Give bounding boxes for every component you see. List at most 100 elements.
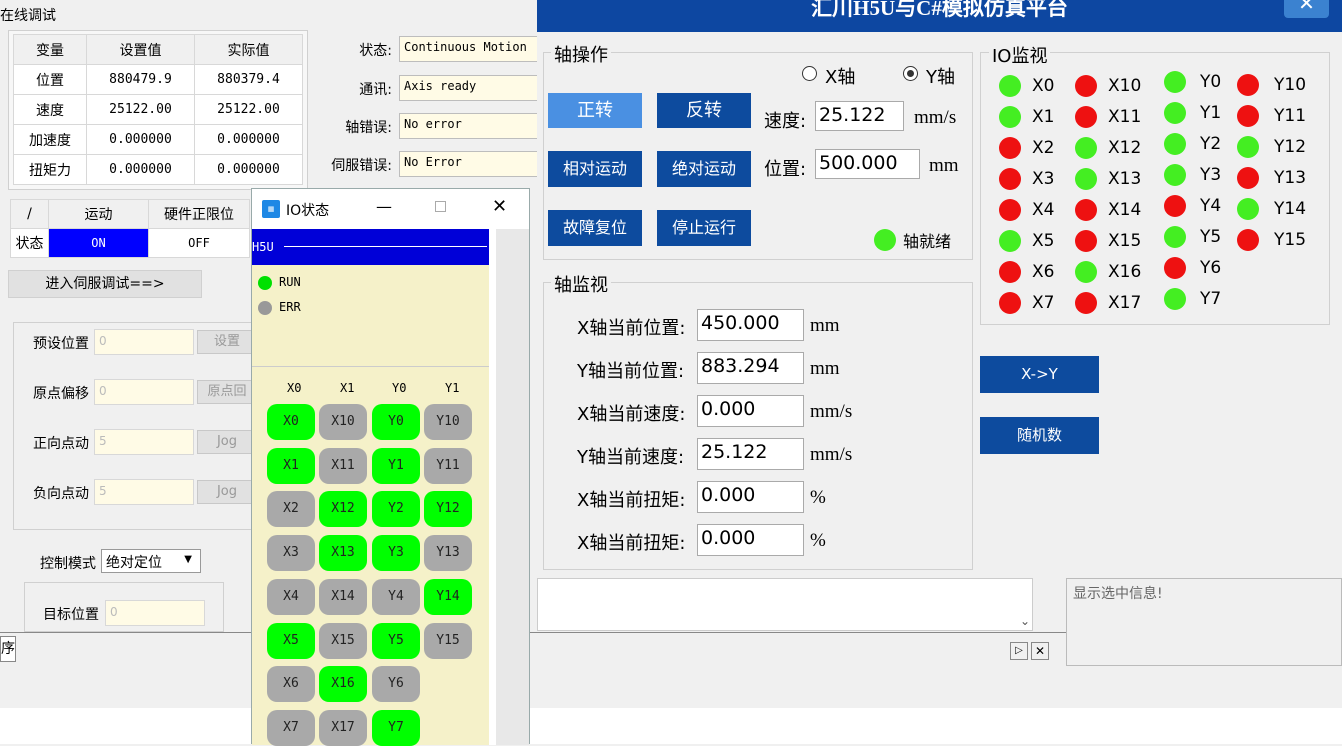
origin-offset-input[interactable]: 0 [94,379,194,405]
col-header-y0: Y0 [392,381,407,395]
io-button-y10[interactable]: Y10 [424,404,472,440]
comm-value: Axis ready [399,75,539,101]
io-button-x16[interactable]: X16 [319,666,367,703]
info-text: 显示选中信息! [1073,586,1163,602]
io-scrollbar[interactable] [496,229,529,745]
io-button-x14[interactable]: X14 [319,578,367,615]
table-row: 加速度 0.000000 0.000000 [13,124,304,155]
monitor-row-value[interactable]: 883.294 [697,352,804,384]
io-button-y2[interactable]: Y2 [372,491,420,528]
io-led-x10-icon [1075,75,1097,97]
radio-x-label: X轴 [825,67,856,88]
random-button[interactable]: 随机数 [980,417,1099,454]
axis-error-value: No error [399,113,539,139]
motion-on-cell: ON [48,228,149,258]
io-led-label: X11 [1108,107,1142,127]
err-label: ERR [279,300,301,314]
absolute-motion-button[interactable]: 绝对运动 [657,151,751,187]
axis-operation-label: 轴操作 [551,41,611,67]
x-to-y-button[interactable]: X->Y [980,356,1099,393]
monitor-row-value[interactable]: 25.122 [697,438,804,470]
log-textbox[interactable]: ⌄ [537,578,1033,631]
position-input[interactable]: 500.000 [815,149,920,179]
io-button-y4[interactable]: Y4 [372,578,420,615]
io-button-x6[interactable]: X6 [267,666,315,703]
row-actual: 25122.00 [193,94,304,125]
radio-x-axis[interactable] [802,66,817,81]
arrow-right-icon[interactable]: ▷ [1010,642,1028,660]
row-actual: 0.000000 [193,154,304,185]
io-button-y1[interactable]: Y1 [372,447,420,484]
close-icon[interactable]: ✕ [492,196,507,217]
io-button-x1[interactable]: X1 [267,447,315,484]
row-name: 扭矩力 [13,154,87,185]
home-button[interactable]: 原点回 [197,380,257,404]
col-motion: 运动 [48,199,149,229]
io-led-label: X5 [1032,231,1055,251]
jog-forward-button[interactable]: Jog [197,430,257,454]
io-button-x13[interactable]: X13 [319,535,367,572]
monitor-row-value[interactable]: 0.000 [697,524,804,556]
jog-reverse-button[interactable]: Jog [197,480,257,504]
close-icon[interactable]: ✕ [1284,0,1329,18]
enter-servo-debug-button[interactable]: 进入伺服调试==> [8,270,202,298]
scroll-down-icon[interactable]: ⌄ [1020,614,1030,628]
control-mode-select[interactable]: 绝对定位 ▼ [101,549,201,573]
io-button-x3[interactable]: X3 [267,535,315,572]
io-button-y11[interactable]: Y11 [424,447,472,484]
reverse-button[interactable]: 反转 [657,93,751,128]
io-button-x10[interactable]: X10 [319,404,367,440]
io-button-y12[interactable]: Y12 [424,491,472,528]
io-button-x15[interactable]: X15 [319,622,367,659]
io-button-y6[interactable]: Y6 [372,666,420,703]
variable-group: 变量 设置值 实际值 位置 880479.9 880379.4 速度 25122… [8,30,308,190]
io-button-y0[interactable]: Y0 [372,404,420,440]
close-icon[interactable]: ✕ [1031,642,1049,660]
row-actual: 880379.4 [193,64,304,95]
preset-pos-input[interactable]: 0 [94,329,194,355]
io-led-x12-icon [1075,137,1097,159]
io-button-y14[interactable]: Y14 [424,578,472,615]
minimize-icon[interactable]: — [376,197,392,216]
monitor-row-value[interactable]: 450.000 [697,309,804,341]
io-button-x7[interactable]: X7 [267,709,315,746]
io-button-y3[interactable]: Y3 [372,535,420,572]
bottom-blank-right [530,708,1342,744]
relative-motion-button[interactable]: 相对运动 [548,151,642,187]
main-window: 汇川H5U与C#模拟仿真平台 ✕ 轴操作 X轴 Y轴 正转 反转 相对运动 绝对… [537,0,1342,578]
status-value: Continuous Motion [399,36,539,62]
io-button-y7[interactable]: Y7 [372,709,420,746]
io-button-x5[interactable]: X5 [267,622,315,659]
maximize-icon[interactable] [435,201,446,212]
io-button-x0[interactable]: X0 [267,404,315,440]
forward-button[interactable]: 正转 [548,93,642,128]
io-button-x12[interactable]: X12 [319,491,367,528]
set-button[interactable]: 设置 [197,330,257,354]
io-button-y15[interactable]: Y15 [424,622,472,659]
monitor-row-value[interactable]: 0.000 [697,481,804,513]
target-pos-input[interactable]: 0 [105,600,205,626]
io-button-y13[interactable]: Y13 [424,535,472,572]
speed-input[interactable]: 25.122 [815,101,904,131]
io-led-label: X17 [1108,293,1142,313]
radio-y-axis[interactable] [903,66,918,81]
jog-forward-input[interactable]: 5 [94,429,194,455]
io-led-y6-icon [1164,257,1186,279]
io-button-y5[interactable]: Y5 [372,622,420,659]
io-button-x4[interactable]: X4 [267,578,315,615]
fault-reset-button[interactable]: 故障复位 [548,210,642,246]
io-button-x17[interactable]: X17 [319,709,367,746]
jog-reverse-input[interactable]: 5 [94,479,194,505]
io-led-x11-icon [1075,106,1097,128]
axis-monitor-label: 轴监视 [551,271,611,297]
monitor-row-value[interactable]: 0.000 [697,395,804,427]
io-led-x7-icon [999,292,1021,314]
col-actual-value: 实际值 [193,34,304,65]
io-panel: H5U RUN ERR X0 X1 Y0 Y1 X0 X10 Y0 Y10 X1 X11 Y… [252,229,489,746]
col-header-y1: Y1 [445,381,460,395]
tab-sequence[interactable]: 序 [0,636,16,662]
target-group: 目标位置 0 [24,582,224,632]
stop-button[interactable]: 停止运行 [657,210,751,246]
io-button-x2[interactable]: X2 [267,491,315,528]
io-button-x11[interactable]: X11 [319,447,367,484]
